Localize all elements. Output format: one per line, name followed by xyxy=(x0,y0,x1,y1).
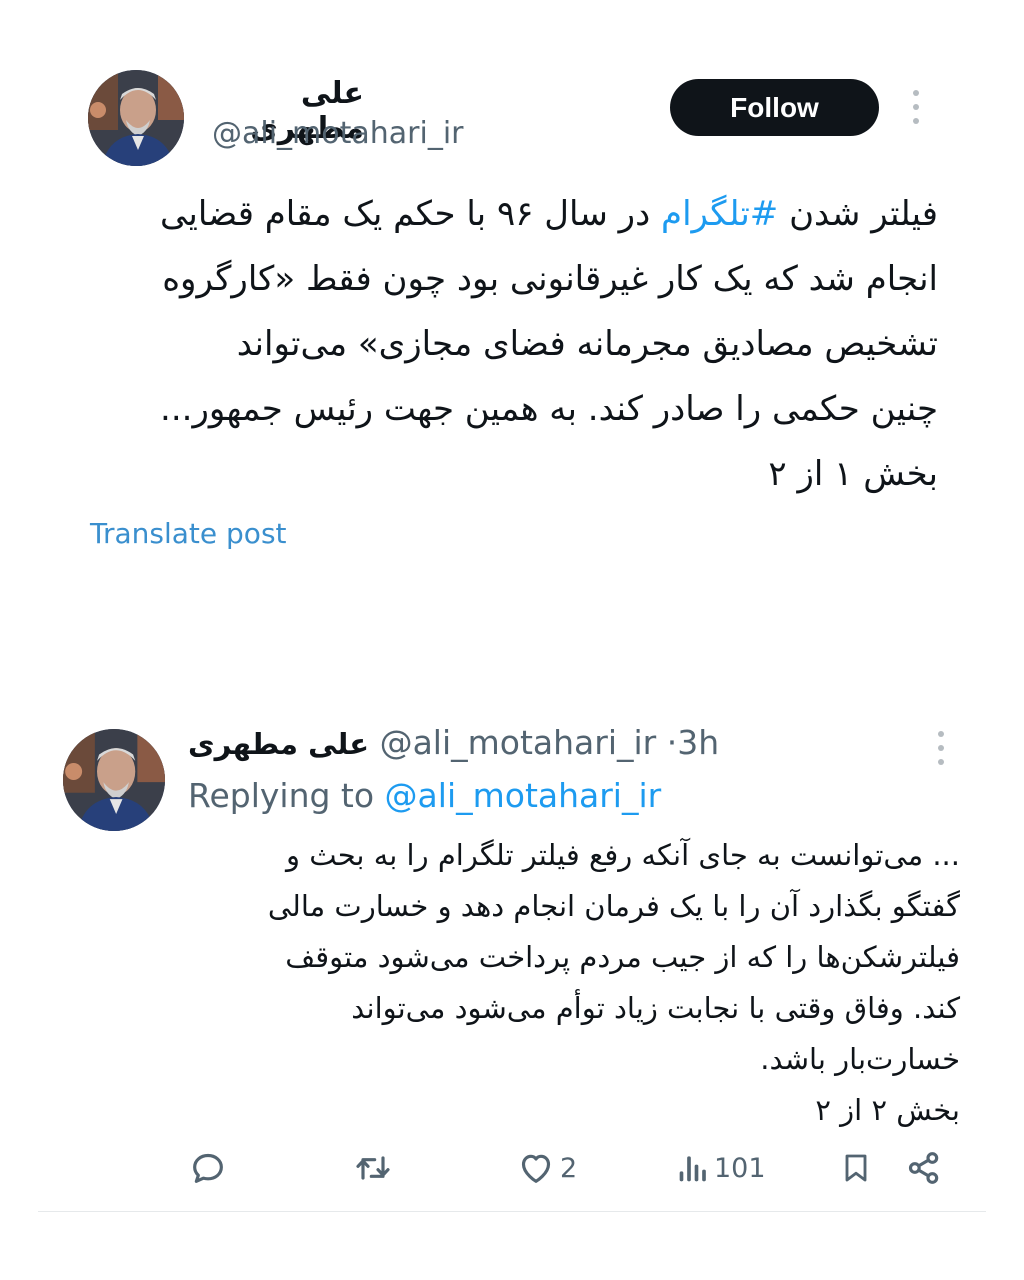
post-text: فیلتر شدن #تلگرام در سال ۹۶ با حکم یک مق… xyxy=(96,182,938,507)
dot xyxy=(938,731,944,737)
more-options-icon[interactable] xyxy=(935,731,947,765)
reply-text-line: کند. وفاق وقتی با نجابت زیاد توأم می‌شود… xyxy=(351,991,960,1025)
dot xyxy=(913,90,919,96)
like-count: 2 xyxy=(560,1152,578,1184)
like-button[interactable]: 2 xyxy=(516,1146,577,1190)
page: علی مطهری @ali_motahari_ir Follow فیلتر … xyxy=(0,0,1024,1280)
reply-icon xyxy=(193,1153,223,1183)
reply-header: علی مطهری @ali_motahari_ir ·3h xyxy=(188,723,719,762)
translate-post-link[interactable]: Translate post xyxy=(90,517,287,550)
bookmark-button[interactable] xyxy=(838,1146,874,1190)
text-segment: در سال ۹۶ با حکم یک مقام قضایی xyxy=(160,194,662,234)
separator-dot: · xyxy=(666,723,678,762)
reply-text-line: ... می‌توانست به جای آنکه رفع فیلتر تلگر… xyxy=(286,838,960,872)
post-text-line: انجام شد که یک کار غیرقانونی بود چون فقط… xyxy=(162,259,938,299)
dot xyxy=(938,759,944,765)
text-segment: فیلتر شدن xyxy=(778,194,938,234)
reply-text-line: فیلترشکن‌ها را که از جیب مردم پرداخت می‌… xyxy=(285,940,960,974)
post-text-line: چنین حکمی را صادر کند. به همین جهت رئیس … xyxy=(160,389,938,429)
views-icon xyxy=(679,1156,706,1182)
bookmark-icon xyxy=(845,1154,867,1182)
avatar-image xyxy=(88,70,184,166)
reply-text-line: خسارت‌بار باشد. xyxy=(760,1042,960,1076)
repost-icon xyxy=(356,1156,390,1180)
avatar-image xyxy=(63,729,165,831)
post-text-line: تشخیص مصادیق مجرمانه فضای مجازی» می‌توان… xyxy=(236,324,938,364)
dot xyxy=(938,745,944,751)
author-avatar[interactable] xyxy=(88,70,184,166)
repost-button[interactable] xyxy=(352,1146,398,1190)
views-count: 101 xyxy=(714,1152,766,1184)
dot xyxy=(913,104,919,110)
reply-button[interactable] xyxy=(188,1146,232,1190)
post-time[interactable]: 3h xyxy=(677,723,719,762)
share-icon xyxy=(908,1152,939,1184)
replying-prefix: Replying to xyxy=(188,776,375,815)
hashtag-link[interactable]: #تلگرام xyxy=(661,194,778,234)
reply-author-avatar[interactable] xyxy=(63,729,165,831)
reply-text-line: بخش ۲ از ۲ xyxy=(815,1093,960,1127)
divider xyxy=(38,1211,986,1212)
heart-icon xyxy=(521,1154,551,1183)
reply-author-handle[interactable]: @ali_motahari_ir xyxy=(380,723,657,762)
more-options-icon[interactable] xyxy=(910,90,922,124)
follow-button[interactable]: Follow xyxy=(670,79,879,136)
author-handle[interactable]: @ali_motahari_ir xyxy=(212,116,464,151)
reply-text-line: گفتگو بگذارد آن را با یک فرمان انجام دهد… xyxy=(267,889,960,923)
views-button[interactable]: 101 xyxy=(676,1146,766,1190)
replying-mention-link[interactable]: @ali_motahari_ir xyxy=(385,776,662,815)
reply-text: ... می‌توانست به جای آنکه رفع فیلتر تلگر… xyxy=(200,830,960,1136)
replying-to: Replying to @ali_motahari_ir xyxy=(188,776,661,815)
share-button[interactable] xyxy=(904,1146,944,1190)
dot xyxy=(913,118,919,124)
post-text-line: فیلتر شدن #تلگرام در سال ۹۶ با حکم یک مق… xyxy=(96,182,938,247)
reply-author-name[interactable]: علی مطهری xyxy=(188,727,369,761)
post-text-line: بخش ۱ از ۲ xyxy=(768,454,938,494)
